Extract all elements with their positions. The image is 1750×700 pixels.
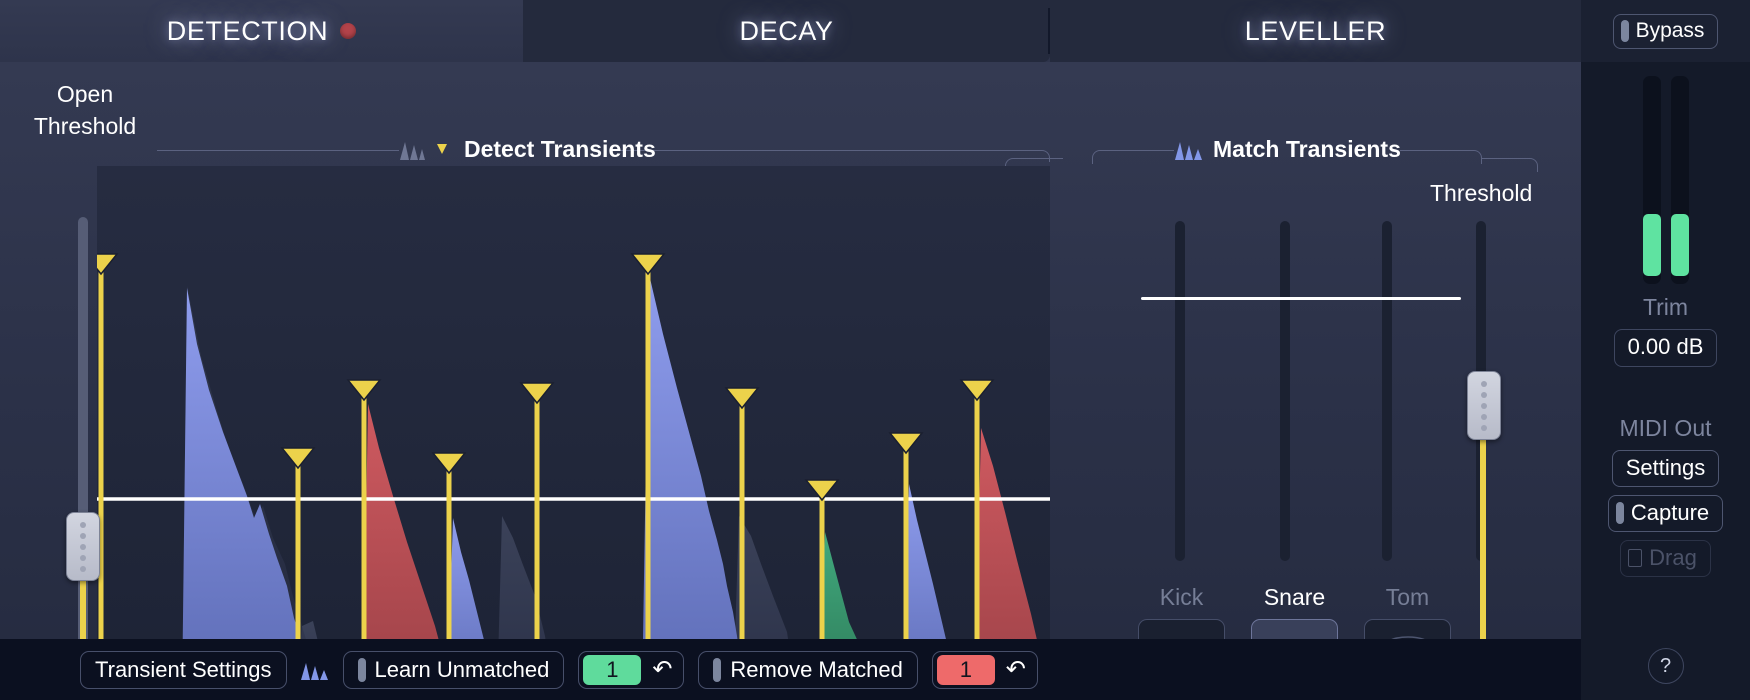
match-rail-1[interactable] (1175, 221, 1185, 561)
record-dot-icon[interactable] (340, 23, 357, 39)
trim-label: Trim (1642, 294, 1689, 320)
detect-transients-title: Detect Transients (400, 136, 656, 163)
meter-left-fill (1642, 214, 1661, 276)
handle-grip-dot (1481, 424, 1487, 431)
learn-count-value: 1 (583, 654, 642, 685)
pad-label-kick: Kick (1159, 584, 1204, 610)
remove-matched-led-icon (713, 657, 722, 682)
learn-peaks-icon (300, 662, 328, 680)
tab-decay-label: DECAY (739, 15, 834, 46)
plugin-window: DETECTION DECAY LEVELLER Bypass Open Thr… (0, 0, 1750, 700)
tab-detection[interactable]: DETECTION (0, 0, 523, 62)
handle-grip-dot (80, 543, 86, 550)
remove-count-value: 1 (936, 654, 995, 685)
detect-group-bracket-right (610, 150, 1050, 162)
tab-leveller[interactable]: LEVELLER (1050, 0, 1581, 62)
tab-leveller-label: LEVELLER (1244, 15, 1387, 46)
match-transients-label: Match Transients (1213, 136, 1401, 162)
remove-matched-button[interactable]: Remove Matched (698, 650, 918, 689)
transient-peaks-icon (400, 141, 425, 160)
midi-drag-label: Drag (1649, 545, 1697, 570)
bypass-button[interactable]: Bypass (1612, 13, 1719, 49)
learn-unmatched-button[interactable]: Learn Unmatched (342, 650, 565, 689)
transient-settings-button[interactable]: Transient Settings (80, 650, 287, 689)
marker-arrow-icon (437, 143, 447, 154)
match-transients-title: Match Transients (1175, 136, 1401, 163)
remove-count-stepper[interactable]: 1 ↶ (931, 650, 1038, 689)
remove-matched-label: Remove Matched (730, 656, 903, 682)
learn-unmatched-label: Learn Unmatched (374, 656, 550, 682)
match-threshold-label: Threshold (1430, 180, 1533, 206)
match-transients-area: Threshold Kick Snare Tom (1090, 166, 1560, 700)
handle-grip-dot (80, 521, 86, 528)
midi-drag-button[interactable]: Drag (1620, 540, 1711, 577)
match-rail-3[interactable] (1382, 221, 1392, 561)
capture-led-icon (1615, 502, 1624, 524)
meter-right (1670, 76, 1689, 284)
help-button[interactable]: ? (1647, 648, 1684, 684)
match-peaks-icon (1175, 141, 1202, 160)
right-sidebar: Trim 0.00 dB MIDI Out Settings Capture D… (1581, 62, 1750, 700)
handle-grip-dot (1481, 413, 1487, 420)
midi-out-label: MIDI Out (1619, 415, 1712, 441)
detection-panel: Open Threshold Detect Transients Match T… (0, 62, 1581, 700)
output-meters (1642, 76, 1689, 284)
midi-capture-button[interactable]: Capture (1607, 495, 1724, 532)
bypass-label: Bypass (1635, 18, 1705, 42)
handle-grip-dot (80, 554, 86, 561)
remove-undo-icon[interactable]: ↶ (995, 655, 1037, 684)
trim-value-field[interactable]: 0.00 dB (1613, 329, 1718, 367)
match-threshold-handle[interactable] (1467, 371, 1501, 440)
transient-graph-svg (97, 166, 1050, 700)
meter-right-fill (1670, 214, 1689, 276)
bottom-toolbar: Transient Settings Learn Unmatched 1 ↶ R… (0, 639, 1581, 700)
handle-grip-dot (80, 532, 86, 539)
match-threshold-line (1141, 297, 1461, 300)
pad-label-snare: Snare (1263, 584, 1326, 610)
meter-left (1642, 76, 1661, 284)
match-group-bracket-right (1400, 150, 1482, 164)
bypass-led-icon (1620, 19, 1629, 42)
match-group-bracket-left (1092, 150, 1174, 164)
midi-capture-label: Capture (1630, 500, 1710, 525)
handle-grip-dot (80, 565, 86, 572)
open-threshold-label: Open Threshold (33, 81, 137, 139)
pad-label-tom: Tom (1385, 584, 1430, 610)
learn-unmatched-led-icon (357, 657, 366, 682)
tab-detection-label: DETECTION (166, 15, 329, 46)
learn-undo-icon[interactable]: ↶ (641, 655, 683, 684)
detect-transients-label: Detect Transients (464, 136, 656, 162)
handle-grip-dot (1481, 380, 1487, 387)
match-rail-2[interactable] (1280, 221, 1290, 561)
handle-grip-dot (1481, 402, 1487, 409)
detect-group-line-left (157, 150, 399, 151)
open-threshold-slider-handle[interactable] (66, 512, 100, 581)
transient-graph[interactable] (97, 166, 1050, 700)
document-icon (1628, 549, 1643, 567)
tab-decay[interactable]: DECAY (523, 0, 1050, 62)
learn-count-stepper[interactable]: 1 ↶ (578, 650, 685, 689)
midi-settings-label: Settings (1625, 455, 1706, 480)
bypass-area: Bypass (1581, 0, 1750, 62)
handle-grip-dot (1481, 391, 1487, 398)
tab-bar: DETECTION DECAY LEVELLER (0, 0, 1581, 62)
midi-settings-button[interactable]: Settings (1611, 450, 1720, 487)
transient-settings-label: Transient Settings (95, 656, 272, 682)
